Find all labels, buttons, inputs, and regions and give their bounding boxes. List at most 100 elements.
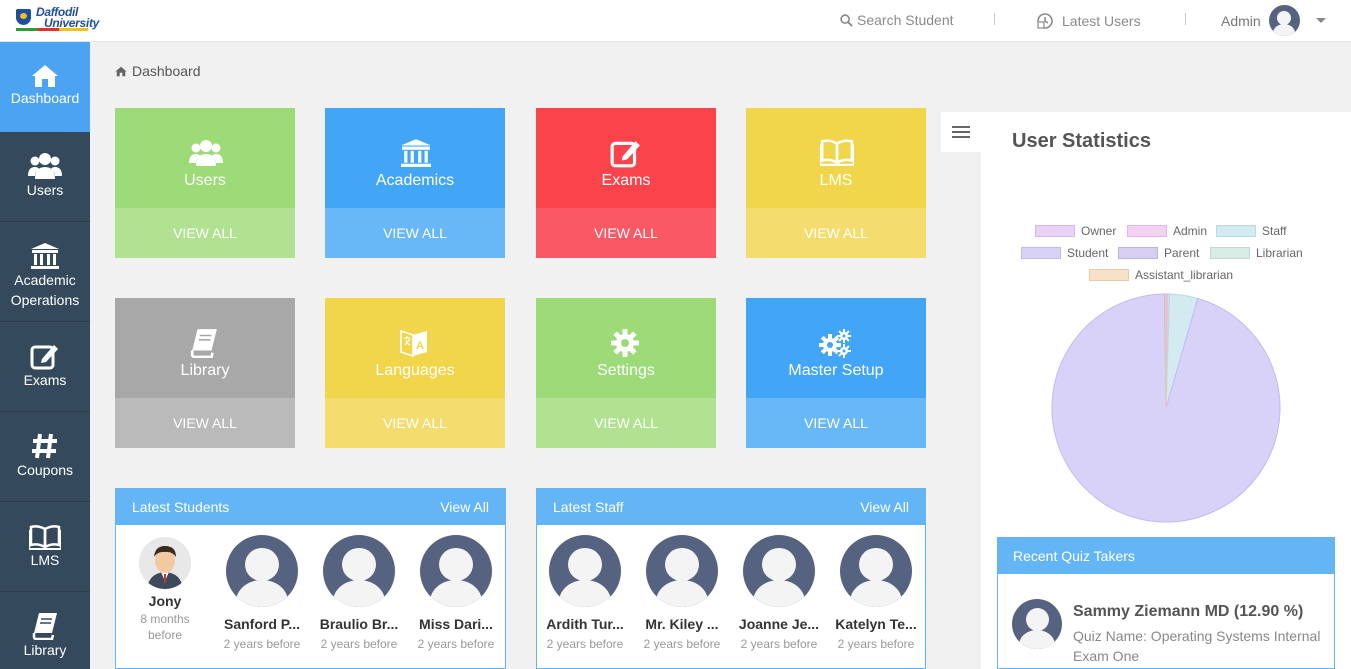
sidebar-item-library[interactable]: Library	[0, 592, 90, 669]
list-item[interactable]: Braulio Br... 2 years before	[314, 535, 404, 652]
topbar-divider	[1185, 13, 1186, 25]
view-all-staff-link[interactable]: View All	[860, 499, 909, 515]
tile-users[interactable]: Users VIEW ALL	[115, 108, 295, 258]
panel-header: Latest Students View All	[116, 489, 505, 525]
home-icon	[32, 65, 58, 87]
admin-avatar	[1268, 5, 1300, 36]
tile-label: Settings	[597, 362, 655, 379]
legend-swatch	[1035, 225, 1075, 237]
book-open-icon	[818, 138, 856, 171]
tile-label: Academics	[375, 172, 455, 189]
book-icon	[189, 328, 219, 363]
legend-swatch	[1216, 225, 1256, 237]
quiz-taker-avatar[interactable]	[1012, 599, 1062, 649]
legend-label: Librarian	[1256, 246, 1303, 260]
legend-label: Student	[1067, 246, 1109, 260]
person-name: Braulio Br...	[319, 616, 399, 632]
tile-label: LMS	[819, 172, 853, 189]
svg-text:A: A	[416, 340, 424, 352]
view-all-button[interactable]: VIEW ALL	[536, 208, 716, 258]
joined-time: 2 years before	[837, 637, 915, 651]
users-icon	[28, 153, 62, 179]
latest-staff-panel: Latest Staff View All Ardith Tur... 2 yea…	[536, 488, 926, 669]
view-all-button[interactable]: VIEW ALL	[536, 398, 716, 448]
users-icon	[189, 138, 223, 173]
gears-icon	[818, 328, 852, 363]
person-name: Katelyn Te...	[835, 616, 917, 632]
tile-label: Library	[180, 362, 230, 379]
list-item[interactable]: Sanford P... 2 years before	[217, 535, 307, 652]
view-all-button[interactable]: VIEW ALL	[325, 208, 505, 258]
tile-lms[interactable]: LMS VIEW ALL	[746, 108, 926, 258]
joined-time: 2 years before	[417, 637, 495, 651]
breadcrumb: Dashboard	[115, 63, 201, 79]
search-student-link[interactable]: Search Student	[840, 12, 954, 28]
logo-stripe	[16, 28, 88, 31]
legend-item[interactable]: Staff	[1216, 224, 1286, 238]
joined-time: 2 years before	[740, 637, 818, 651]
sidebar-item-label: Exams	[23, 372, 67, 388]
joined-time: 2 years before	[223, 637, 301, 651]
avatar	[420, 535, 492, 607]
list-item[interactable]: Joanne Je... 2 years before	[734, 535, 824, 652]
admin-menu[interactable]: Admin	[1221, 5, 1326, 36]
legend-item[interactable]: Librarian	[1210, 246, 1303, 260]
avatar	[646, 535, 718, 607]
university-icon	[31, 243, 59, 269]
avatar	[549, 535, 621, 607]
quiz-taker-name[interactable]: Sammy Ziemann MD (12.90 %)	[1073, 603, 1303, 621]
view-all-button[interactable]: VIEW ALL	[115, 208, 295, 258]
person-name: Joanne Je...	[738, 616, 820, 632]
person-name: Miss Dari...	[419, 616, 493, 632]
view-all-button[interactable]: VIEW ALL	[325, 398, 505, 448]
sidebar-item-users[interactable]: Users	[0, 132, 90, 222]
tile-master-setup[interactable]: Master Setup VIEW ALL	[746, 298, 926, 448]
view-all-button[interactable]: VIEW ALL	[746, 208, 926, 258]
sidebar-item-dashboard[interactable]: Dashboard	[0, 42, 90, 132]
list-item[interactable]: Mr. Kiley ... 2 years before	[637, 535, 727, 652]
legend-swatch	[1127, 225, 1167, 237]
sidebar-item-academic-operations[interactable]: Academic Operations	[0, 222, 90, 322]
list-item[interactable]: Ardith Tur... 2 years before	[540, 535, 630, 652]
tile-exams[interactable]: Exams VIEW ALL	[536, 108, 716, 258]
legend-item[interactable]: Admin	[1127, 224, 1207, 238]
legend-label: Staff	[1262, 224, 1287, 238]
legend-swatch	[1089, 269, 1129, 281]
legend-item[interactable]: Owner	[1035, 224, 1116, 238]
latest-users-link[interactable]: Latest Users	[1036, 12, 1141, 30]
legend-label: Admin	[1173, 224, 1208, 238]
list-item[interactable]: Miss Dari... 2 years before	[411, 535, 501, 652]
legend-item[interactable]: Assistant_librarian	[1089, 268, 1233, 282]
legend-label: Parent	[1164, 246, 1200, 260]
person-name: Jony	[148, 593, 182, 609]
sidebar-item-label: Dashboard	[10, 90, 80, 106]
view-all-button[interactable]: VIEW ALL	[746, 398, 926, 448]
sidebar-item-coupons[interactable]: Coupons	[0, 412, 90, 502]
tile-library[interactable]: Library VIEW ALL	[115, 298, 295, 448]
crest-icon	[16, 9, 31, 25]
sidebar-item-lms[interactable]: LMS	[0, 502, 90, 592]
joined-time: 8 months before	[140, 612, 190, 642]
avatar	[139, 537, 191, 589]
edit-icon	[30, 345, 58, 370]
view-all-students-link[interactable]: View All	[440, 499, 489, 515]
tile-label: Users	[184, 172, 226, 189]
sidebar-item-label: Coupons	[16, 462, 74, 478]
tile-academics[interactable]: Academics VIEW ALL	[325, 108, 505, 258]
sidebar-item-label: Users	[26, 182, 64, 198]
legend-item[interactable]: Student	[1021, 246, 1108, 260]
search-icon	[840, 13, 853, 27]
tile-languages[interactable]: A Languages VIEW ALL	[325, 298, 505, 448]
quiz-name-info: Quiz Name: Operating Systems Internal Ex…	[1073, 628, 1321, 664]
list-item[interactable]: Jony 8 months before	[120, 535, 210, 643]
list-item[interactable]: Katelyn Te... 2 years before	[831, 535, 921, 652]
breadcrumb-current[interactable]: Dashboard	[132, 63, 201, 79]
menu-toggle-button[interactable]	[941, 112, 981, 152]
legend-item[interactable]: Parent	[1118, 246, 1199, 260]
tile-settings[interactable]: Settings VIEW ALL	[536, 298, 716, 448]
sidebar-item-exams[interactable]: Exams	[0, 322, 90, 412]
view-all-button[interactable]: VIEW ALL	[115, 398, 295, 448]
sidebar-item-label: Academic Operations	[10, 272, 80, 308]
university-logo[interactable]: Daffodil University	[14, 5, 99, 37]
book-open-icon	[29, 525, 61, 550]
